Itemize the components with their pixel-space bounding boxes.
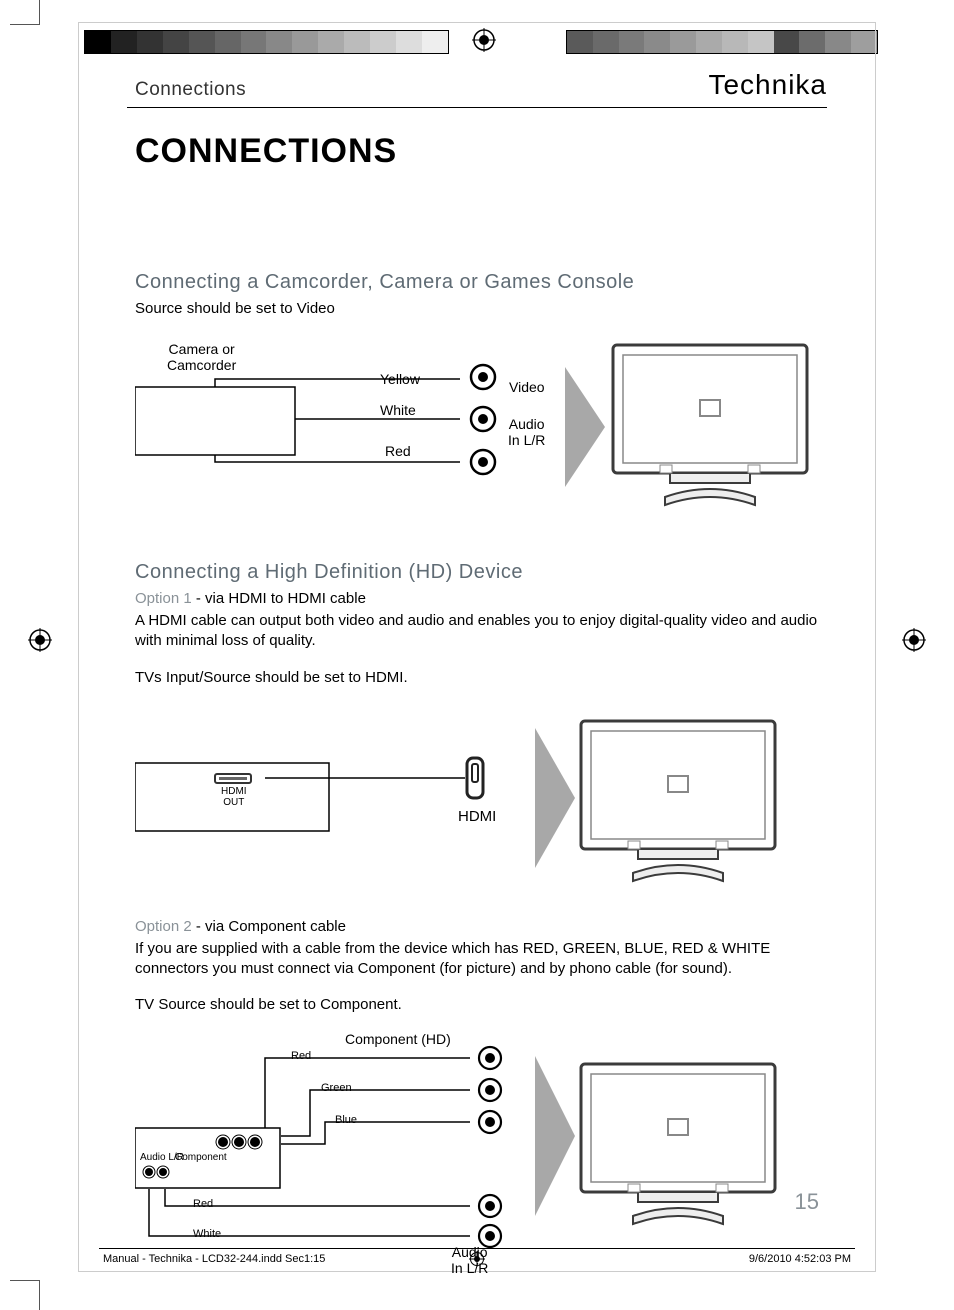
label-red: Red bbox=[385, 443, 411, 459]
device-label: Camera or Camcorder bbox=[167, 341, 236, 373]
footer-filename: Manual - Technika - LCD32-244.indd Sec1:… bbox=[103, 1253, 325, 1265]
label-yellow: Yellow bbox=[380, 371, 420, 387]
diagram-camcorder: Camera or Camcorder Yellow White Red Vid… bbox=[135, 347, 819, 537]
page: Connections Technika CONNECTIONS Connect… bbox=[78, 22, 876, 1272]
label-audio-in: Audio In L/R bbox=[508, 416, 545, 448]
registration-mark-left bbox=[28, 628, 52, 652]
section1-heading: Connecting a Camcorder, Camera or Games … bbox=[135, 271, 819, 294]
component-label: Component bbox=[175, 1152, 227, 1163]
audio-white: White bbox=[193, 1228, 221, 1240]
label-video: Video bbox=[509, 379, 545, 395]
comp-green: Green bbox=[321, 1082, 352, 1094]
option2-source: TV Source should be set to Component. bbox=[135, 995, 819, 1015]
hdmi-out-label: HDMI OUT bbox=[221, 786, 247, 808]
audio-red: Red bbox=[193, 1198, 213, 1210]
comp-blue: Blue bbox=[335, 1114, 357, 1126]
option1-body: A HDMI cable can output both video and a… bbox=[135, 611, 819, 652]
option1-source: TVs Input/Source should be set to HDMI. bbox=[135, 668, 819, 688]
section-label: Connections bbox=[135, 79, 246, 101]
page-number: 15 bbox=[795, 1189, 819, 1215]
section1-caption: Source should be set to Video bbox=[135, 300, 819, 317]
footer-rule bbox=[99, 1248, 855, 1249]
footer-timestamp: 9/6/2010 4:52:03 PM bbox=[749, 1253, 851, 1265]
label-white: White bbox=[380, 402, 416, 418]
section2-heading: Connecting a High Definition (HD) Device bbox=[135, 561, 819, 584]
brand-logo-text: Technika bbox=[708, 69, 827, 101]
option1-line: Option 1 - via HDMI to HDMI cable bbox=[135, 590, 819, 607]
registration-mark-footer bbox=[469, 1251, 485, 1267]
registration-mark-right bbox=[902, 628, 926, 652]
page-title: CONNECTIONS bbox=[79, 108, 875, 171]
option2-body: If you are supplied with a cable from th… bbox=[135, 939, 819, 980]
diagram-hdmi: HDMI OUT HDMI bbox=[135, 708, 819, 908]
option2-line: Option 2 - via Component cable bbox=[135, 918, 819, 935]
comp-red: Red bbox=[291, 1050, 311, 1062]
component-head-label: Component (HD) bbox=[345, 1031, 451, 1047]
hdmi-label: HDMI bbox=[458, 808, 496, 825]
